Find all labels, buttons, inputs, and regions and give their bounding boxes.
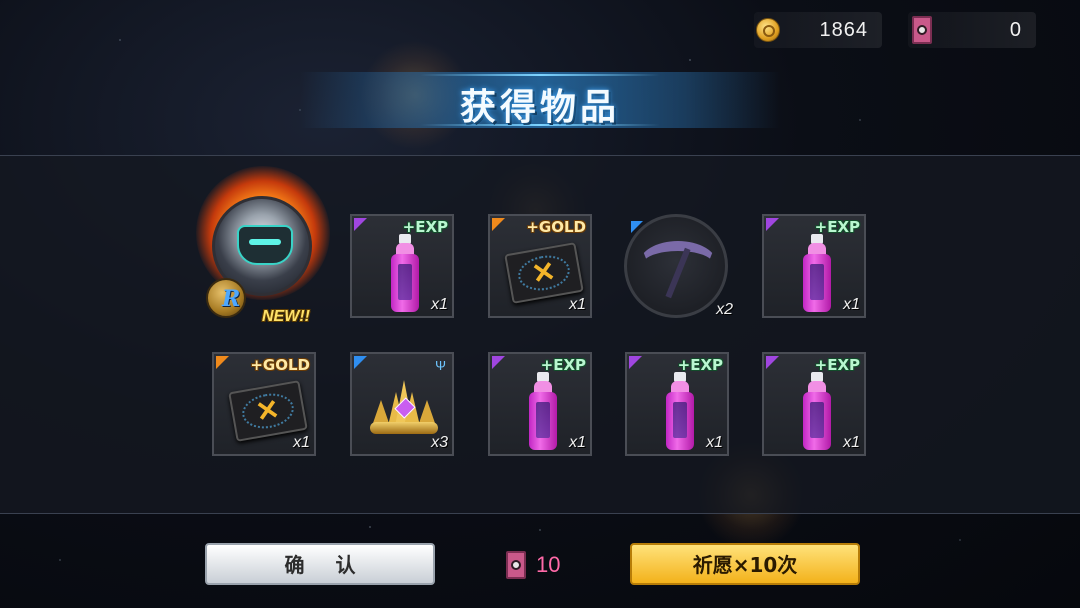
gold-amount: 1864 bbox=[819, 18, 868, 41]
gold-coin-icon bbox=[756, 18, 780, 42]
item-quantity: x2 bbox=[716, 301, 733, 318]
item-slot[interactable]: +EXP x1 bbox=[350, 214, 454, 318]
item-quantity: x3 bbox=[431, 434, 448, 451]
ticket-amount: 0 bbox=[1009, 18, 1022, 41]
item-slot[interactable]: x2 bbox=[624, 214, 733, 318]
rank-badge: R bbox=[206, 278, 246, 318]
item-quantity: x1 bbox=[431, 296, 448, 313]
new-label: NEW!! bbox=[262, 308, 310, 325]
rewards-panel bbox=[0, 155, 1080, 514]
item-quantity: x1 bbox=[843, 434, 860, 451]
ticket-currency: 0 bbox=[908, 12, 1036, 48]
gold-currency: 1864 bbox=[754, 12, 882, 48]
wish-ten-button[interactable]: 祈愿×10次 bbox=[630, 543, 860, 585]
scythe-icon bbox=[639, 241, 717, 299]
trident-icon: Ψ bbox=[435, 358, 446, 373]
rarity-marker bbox=[492, 218, 505, 231]
visor bbox=[249, 239, 281, 245]
exp-bottle-icon bbox=[802, 372, 832, 452]
item-slot[interactable]: +EXP x1 bbox=[762, 214, 866, 318]
rarity-marker bbox=[766, 356, 779, 369]
wish-ticket-icon bbox=[912, 16, 932, 44]
item-slot[interactable]: +EXP x1 bbox=[762, 352, 866, 456]
item-slot[interactable]: +EXP x1 bbox=[625, 352, 729, 456]
exp-bottle-icon bbox=[802, 234, 832, 314]
item-tag: +GOLD bbox=[526, 218, 586, 236]
wish-ticket-icon bbox=[506, 551, 526, 579]
item-quantity: x1 bbox=[293, 434, 310, 451]
item-quantity: x1 bbox=[706, 434, 723, 451]
item-slot[interactable]: +EXP x1 bbox=[488, 352, 592, 456]
exp-bottle-icon bbox=[665, 372, 695, 452]
item-quantity: x1 bbox=[569, 434, 586, 451]
helmet bbox=[237, 225, 293, 265]
page-title: 获得物品 bbox=[459, 87, 620, 128]
crown-icon bbox=[366, 378, 442, 438]
rarity-marker bbox=[629, 356, 642, 369]
exp-bottle-icon bbox=[528, 372, 558, 452]
wish-cost-value: 10 bbox=[536, 552, 561, 577]
item-quantity: x1 bbox=[843, 296, 860, 313]
rarity-marker bbox=[492, 356, 505, 369]
wish-cost: 10 bbox=[506, 550, 560, 580]
rarity-marker bbox=[354, 356, 367, 369]
item-quantity: x1 bbox=[569, 296, 586, 313]
item-slot[interactable]: +GOLD x1 bbox=[488, 214, 592, 318]
rarity-marker bbox=[354, 218, 367, 231]
rank-label: R bbox=[222, 286, 241, 312]
item-slot[interactable]: +GOLD x1 bbox=[212, 352, 316, 456]
item-slot[interactable]: Ψ x3 bbox=[350, 352, 454, 456]
gold-ticket-icon bbox=[228, 380, 308, 442]
rarity-marker bbox=[216, 356, 229, 369]
rarity-marker bbox=[631, 221, 643, 233]
item-tag: +GOLD bbox=[250, 356, 310, 374]
exp-bottle-icon bbox=[390, 234, 420, 314]
rarity-marker bbox=[766, 218, 779, 231]
hero-reward[interactable]: R NEW!! bbox=[196, 166, 336, 334]
gold-ticket-icon bbox=[504, 242, 584, 304]
confirm-button[interactable]: 确 认 bbox=[205, 543, 435, 585]
